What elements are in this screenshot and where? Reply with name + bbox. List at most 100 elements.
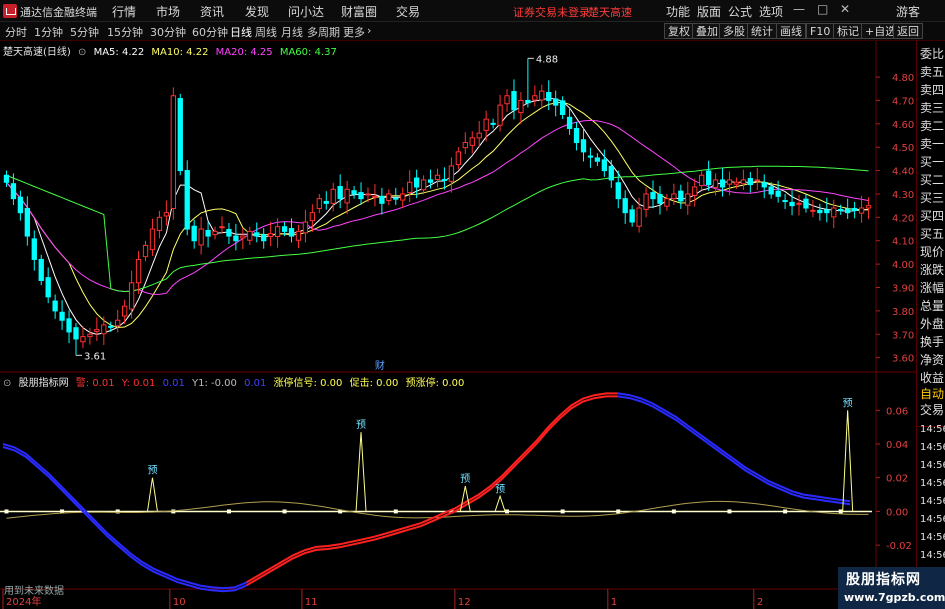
price-tick-label: 4.00 — [892, 260, 914, 271]
maximize-icon[interactable]: □ — [817, 2, 828, 16]
candle-body — [657, 193, 663, 204]
menu-banmian[interactable]: 版面 — [697, 3, 721, 20]
candle-body — [177, 98, 183, 172]
candle-body — [344, 188, 350, 204]
candle-body — [608, 165, 614, 181]
close-icon[interactable]: ✕ — [840, 2, 850, 16]
finance-marker: 财 — [375, 359, 385, 372]
period-weekly[interactable]: 周线 — [255, 24, 277, 40]
menu-zixun[interactable]: 资讯 — [200, 3, 224, 20]
rp-shouyi[interactable]: 收益 — [920, 371, 944, 385]
rp-auto[interactable]: 自动 — [920, 387, 944, 401]
watermark-name: 股朋指标网 — [846, 572, 921, 588]
candle-body — [254, 232, 260, 237]
period-monthly[interactable]: 月线 — [281, 24, 303, 40]
candle-body — [601, 159, 608, 172]
rp-zhangdie[interactable]: 涨跌 — [920, 263, 944, 277]
candle-body — [142, 244, 149, 258]
toolbar-huaxian[interactable]: 画线 — [776, 23, 806, 39]
toolbar-diejia[interactable]: 叠加 — [692, 23, 722, 39]
stock-chart[interactable]: 4.80 4.70 4.60 4.50 4.40 4.30 4.20 4.10 4.00 3.90… — [0, 41, 916, 609]
price-tick-label: 4.60 — [892, 120, 914, 131]
rp-zongliang[interactable]: 总量 — [920, 299, 944, 313]
candle-body — [476, 132, 482, 139]
rp-huanshou[interactable]: 换手 — [920, 335, 944, 349]
rp-buy2[interactable]: 买二 — [920, 173, 944, 187]
watermark-logo: 股朋指标网 www.7gpzb.com — [838, 567, 945, 609]
zero-dot — [393, 509, 398, 514]
candle-body — [782, 200, 788, 203]
candle-body — [31, 238, 37, 260]
candle-body — [789, 201, 795, 207]
rp-sell5[interactable]: 卖五 — [920, 65, 944, 79]
rp-trade[interactable]: 交易 — [920, 403, 944, 417]
candle-body — [38, 258, 44, 281]
legend-dropdown-icon[interactable]: ⊙ — [78, 47, 86, 58]
price-tick-label: 3.80 — [892, 307, 914, 318]
toolbar-fuquan[interactable]: 复权 — [664, 23, 694, 39]
toolbar-f10[interactable]: F10 — [806, 23, 835, 39]
toolbar-tongji[interactable]: 统计 — [747, 23, 777, 39]
login-status[interactable]: 证券交易未登录 — [513, 4, 590, 20]
rp-waipan[interactable]: 外盘 — [920, 317, 944, 331]
ma-legend: 楚天高速(日线) ⊙ MA5: 4.22 MA10: 4.22 MA20: 4.… — [3, 43, 341, 58]
menu-jiaoyi[interactable]: 交易 — [396, 3, 420, 20]
candle-body — [379, 195, 385, 204]
period-multi[interactable]: 多周期 — [307, 24, 340, 40]
rp-buy3[interactable]: 买三 — [920, 191, 944, 205]
rp-sell2[interactable]: 卖二 — [920, 119, 944, 133]
toolbar-duogu[interactable]: 多股 — [719, 23, 749, 39]
toolbar-fanhui[interactable]: 返回 — [893, 23, 923, 39]
more-arrow-icon[interactable]: › — [367, 24, 371, 37]
rp-jingzi[interactable]: 净资 — [920, 353, 944, 367]
ind-dropdown-icon[interactable]: ⊙ — [3, 378, 11, 389]
candle-body — [45, 277, 51, 298]
period-daily[interactable]: 日线 — [230, 24, 252, 40]
menu-hangqing[interactable]: 行情 — [112, 3, 136, 20]
menu-wenxiaoda[interactable]: 问小达 — [288, 3, 324, 20]
menu-gongneng[interactable]: 功能 — [666, 3, 690, 20]
menu-caifuquan[interactable]: 财富圈 — [341, 3, 377, 20]
candle-body — [233, 235, 239, 242]
candle-body — [817, 209, 823, 214]
menu-bar: 通达信金融终端 行情 市场 资讯 发现 问小达 财富圈 交易 证券交易未登录 楚… — [0, 0, 945, 22]
candle-body — [448, 165, 455, 182]
rp-buy5[interactable]: 买五 — [920, 227, 944, 241]
period-5min[interactable]: 5分钟 — [70, 24, 99, 40]
candle-body — [191, 225, 197, 242]
guest-user[interactable]: 游客 — [896, 3, 920, 20]
period-fenshi[interactable]: 分时 — [5, 24, 27, 40]
menu-xuanxiang[interactable]: 选项 — [759, 3, 783, 20]
candle-body — [122, 305, 128, 317]
period-60min[interactable]: 60分钟 — [192, 24, 228, 40]
rp-sell1[interactable]: 卖一 — [920, 137, 944, 151]
menu-gongshi[interactable]: 公式 — [728, 3, 752, 20]
period-30min[interactable]: 30分钟 — [150, 24, 186, 40]
candle-body — [511, 91, 517, 111]
rp-buy4[interactable]: 买四 — [920, 209, 944, 223]
rp-xianjia[interactable]: 现价 — [920, 245, 944, 259]
zero-dot — [505, 509, 510, 514]
rp-zhangfu[interactable]: 涨幅 — [920, 281, 944, 295]
rp-sell4[interactable]: 卖四 — [920, 83, 944, 97]
period-more[interactable]: 更多 — [343, 24, 365, 40]
menu-faxian[interactable]: 发现 — [245, 3, 269, 20]
candle-body — [351, 190, 357, 195]
period-1min[interactable]: 1分钟 — [34, 24, 63, 40]
candle-body — [309, 212, 316, 222]
minimize-icon[interactable]: — — [793, 2, 805, 16]
toolbar-biaoji[interactable]: 标记 — [833, 23, 863, 39]
menu-shichang[interactable]: 市场 — [156, 3, 180, 20]
candle-body — [420, 179, 427, 191]
ind-item-2: 0.01 — [162, 378, 185, 389]
rp-sell3[interactable]: 卖三 — [920, 101, 944, 115]
price-tick-label: 4.40 — [892, 167, 914, 178]
rp-weibi[interactable]: 委比 — [920, 47, 944, 61]
price-tick-label: 4.50 — [892, 143, 914, 154]
period-15min[interactable]: 15分钟 — [107, 24, 143, 40]
rp-buy1[interactable]: 买一 — [920, 155, 944, 169]
candle-body — [650, 192, 656, 200]
legend-ma20: MA20: 4.25 — [215, 47, 273, 58]
date-tick-label: 11 — [305, 597, 318, 608]
candle-body — [274, 226, 281, 238]
